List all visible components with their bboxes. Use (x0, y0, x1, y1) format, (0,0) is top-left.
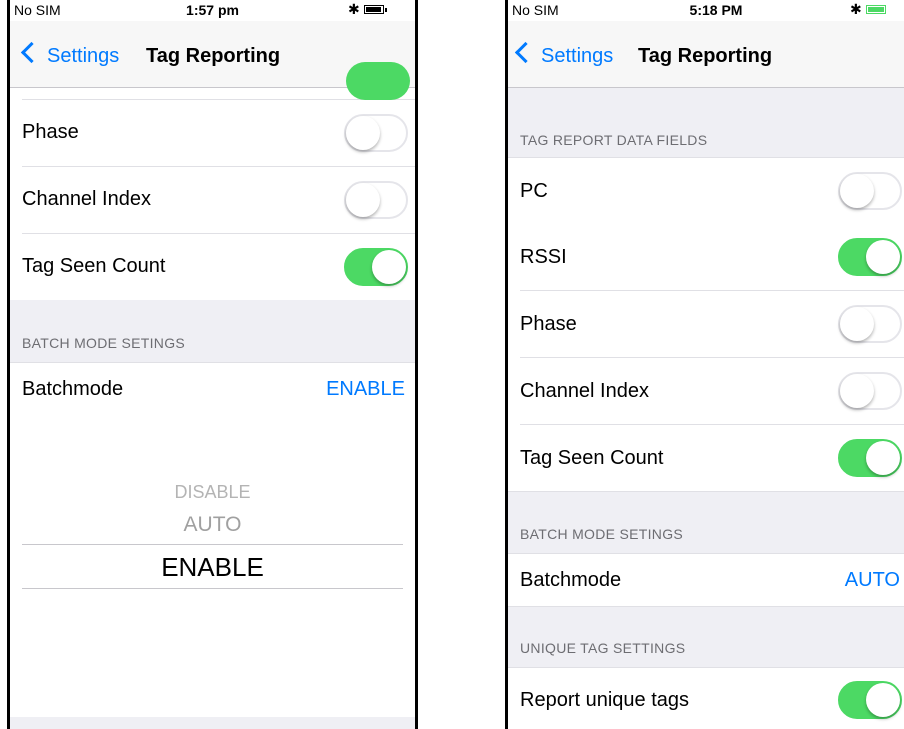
row-label: Tag Seen Count (22, 255, 166, 277)
row-label: Phase (22, 121, 79, 143)
tag-seen-count-toggle[interactable] (838, 439, 902, 477)
row-label: Tag Seen Count (520, 447, 664, 469)
row-label: Batchmode (520, 569, 622, 591)
phase-toggle[interactable] (344, 114, 408, 152)
battery-icon (364, 5, 387, 14)
status-bar: No SIM 5:18 PM ✱ (508, 0, 904, 21)
row-channel-index: Channel Index (10, 167, 415, 234)
row-tag-seen-count: Tag Seen Count (508, 425, 904, 492)
clipped-row (10, 62, 415, 100)
batchmode-value[interactable]: AUTO (845, 569, 900, 592)
row-label: Channel Index (520, 380, 649, 402)
back-label: Settings (541, 45, 614, 67)
row-channel-index: Channel Index (508, 358, 904, 425)
row-label: Report unique tags (520, 689, 690, 711)
chevron-left-icon (514, 41, 537, 64)
picker-selection-line (22, 544, 403, 545)
settings-list: TAG REPORT DATA FIELDS PC RSSI Phase Cha… (508, 88, 904, 729)
page-title: Tag Reporting (638, 45, 773, 67)
section-header-unique: UNIQUE TAG SETTINGS (520, 640, 686, 656)
right-phone-screen: No SIM 5:18 PM ✱ Settings Tag Reporting … (505, 0, 904, 729)
report-unique-tags-toggle[interactable] (838, 681, 902, 719)
chevron-left-icon (20, 41, 43, 64)
row-tag-seen-count: Tag Seen Count (10, 234, 415, 300)
batchmode-value[interactable]: ENABLE (326, 378, 405, 401)
back-button[interactable]: Settings (20, 41, 120, 68)
row-label: Phase (520, 313, 577, 335)
row-pc: PC (508, 157, 904, 225)
settings-list: Phase Channel Index Tag Seen Count BATCH… (10, 62, 415, 729)
rssi-toggle[interactable] (838, 238, 902, 276)
picker-selection-line (22, 588, 403, 589)
row-label: PC (520, 180, 548, 202)
row-phase: Phase (10, 100, 415, 167)
row-rssi: RSSI (508, 224, 904, 291)
picker-option[interactable]: DISABLE (10, 482, 415, 503)
page-title: Tag Reporting (146, 45, 281, 67)
picker-option-selected[interactable]: ENABLE (10, 552, 415, 583)
tag-seen-count-toggle[interactable] (344, 248, 408, 286)
row-label: RSSI (520, 246, 567, 268)
bluetooth-icon: ✱ (348, 1, 360, 17)
left-phone-screen: No SIM 1:57 pm ✱ Settings Tag Reporting … (7, 0, 418, 729)
row-label: Batchmode (22, 378, 124, 400)
back-button[interactable]: Settings (514, 41, 614, 68)
clock: 5:18 PM (689, 2, 743, 18)
battery-icon (866, 5, 886, 14)
channel-index-toggle[interactable] (344, 181, 408, 219)
row-label: Channel Index (22, 188, 151, 210)
row-report-unique-tags: Report unique tags (508, 667, 904, 729)
phase-toggle[interactable] (838, 305, 902, 343)
pc-toggle[interactable] (838, 172, 902, 210)
navigation-bar: Settings Tag Reporting (508, 21, 904, 88)
section-header-data-fields: TAG REPORT DATA FIELDS (520, 132, 708, 148)
section-header-batch: BATCH MODE SETINGS (520, 526, 684, 542)
back-label: Settings (47, 45, 120, 67)
toggle-switch[interactable] (346, 62, 410, 100)
bluetooth-icon: ✱ (850, 1, 862, 17)
status-bar: No SIM 1:57 pm ✱ (10, 0, 415, 21)
row-phase: Phase (508, 291, 904, 358)
batchmode-picker[interactable]: DISABLE AUTO ENABLE (10, 417, 415, 717)
picker-option[interactable]: AUTO (10, 513, 415, 537)
row-batchmode[interactable]: Batchmode ENABLE (10, 362, 415, 418)
section-header-batch: BATCH MODE SETINGS (22, 335, 186, 351)
row-batchmode[interactable]: Batchmode AUTO (508, 553, 904, 607)
channel-index-toggle[interactable] (838, 372, 902, 410)
